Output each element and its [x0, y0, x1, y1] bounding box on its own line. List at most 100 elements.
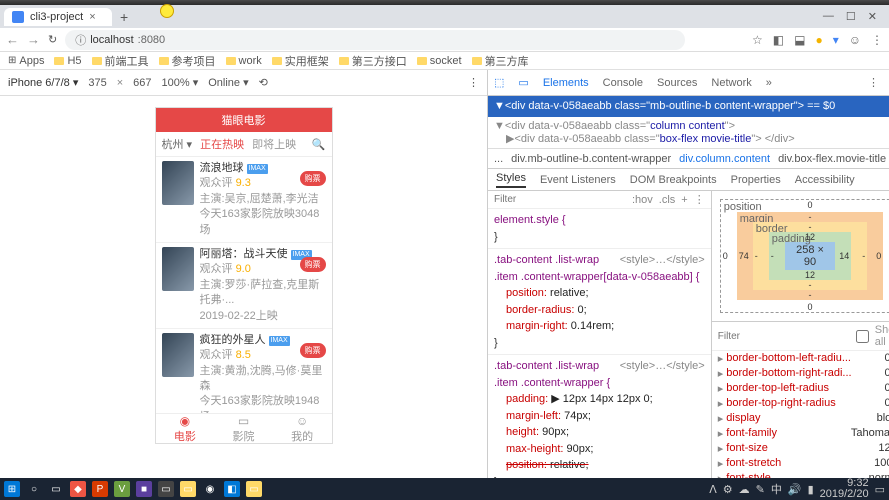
app-icon[interactable]: ◆ — [70, 481, 86, 497]
tab-network[interactable]: Network — [711, 77, 751, 89]
dom-tree[interactable]: ▼<div data-v-058aeabb class="column cont… — [488, 117, 889, 149]
bookmark-folder[interactable]: 第三方库 — [472, 53, 529, 69]
computed-row[interactable]: ▸font-stretch100% — [712, 456, 889, 471]
nav-cinemas[interactable]: ▭影院 — [232, 414, 254, 444]
tray-icon[interactable]: ☁ — [739, 483, 750, 496]
throttle-select[interactable]: Online ▾ — [208, 76, 248, 89]
styles-pane[interactable]: :hov .cls + ⋮ element.style {} <style>…<… — [488, 191, 711, 500]
chrome-icon[interactable]: ◉ — [202, 481, 218, 497]
buy-ticket-button[interactable]: 购票 — [300, 343, 326, 358]
computed-row[interactable]: ▸displayblock — [712, 411, 889, 426]
app-icon[interactable]: V — [114, 481, 130, 497]
close-tab-icon[interactable]: × — [89, 11, 95, 23]
computed-row[interactable]: ▸border-top-right-radius0px — [712, 396, 889, 411]
maximize-icon[interactable]: ☐ — [846, 10, 856, 23]
rotate-icon[interactable]: ⟲ — [259, 76, 268, 89]
device-mode-icon[interactable]: ▭ — [518, 76, 528, 89]
dom-selected-node[interactable]: ▼<div data-v-058aeabb class="mb-outline-… — [488, 96, 889, 117]
more-tabs-icon[interactable]: » — [766, 77, 772, 89]
new-rule-icon[interactable]: + — [681, 194, 687, 206]
hov-toggle[interactable]: :hov — [632, 194, 653, 206]
volume-icon[interactable]: 🔊 — [788, 483, 802, 496]
tab-elements[interactable]: Elements — [543, 77, 589, 89]
app-icon[interactable]: ■ — [136, 481, 152, 497]
ext3-icon[interactable]: ● — [815, 33, 822, 47]
cortana-icon[interactable]: ○ — [26, 481, 42, 497]
tray-icon[interactable]: ᐱ — [709, 483, 717, 496]
browser-tab[interactable]: cli3-project × — [4, 8, 112, 26]
cls-toggle[interactable]: .cls — [659, 194, 676, 206]
start-button[interactable]: ⊞ — [4, 481, 20, 497]
movie-item[interactable]: 流浪地球IMAX 观众评 9.3 主演:吴京,屈楚萧,李光洁今天163家影院放映… — [156, 157, 332, 243]
app-icon[interactable]: ▭ — [158, 481, 174, 497]
forward-icon[interactable]: → — [27, 32, 40, 47]
tab-dom-breakpoints[interactable]: DOM Breakpoints — [630, 174, 717, 186]
computed-row[interactable]: ▸border-bottom-right-radi...0px — [712, 366, 889, 381]
movie-item[interactable]: 阿丽塔：战斗天使IMAX 观众评 9.0 主演:罗莎·萨拉查,克里斯托弗·...… — [156, 243, 332, 329]
explorer-icon[interactable]: ▭ — [246, 481, 262, 497]
battery-icon[interactable]: ▮ — [808, 483, 814, 496]
ext2-icon[interactable]: ⬓ — [794, 33, 805, 47]
height-input[interactable]: 667 — [133, 77, 151, 89]
ext1-icon[interactable]: ◧ — [773, 33, 784, 47]
breadcrumb[interactable]: ... div.mb-outline-b.content-wrapper div… — [488, 149, 889, 169]
bookmark-folder[interactable]: 前端工具 — [92, 53, 149, 69]
app-icon[interactable]: P — [92, 481, 108, 497]
clock-date[interactable]: 2019/2/20 — [820, 489, 869, 500]
tab-console[interactable]: Console — [603, 77, 643, 89]
show-all-checkbox[interactable] — [856, 330, 869, 343]
width-input[interactable]: 375 — [88, 77, 106, 89]
inspect-icon[interactable]: ⬚ — [494, 76, 504, 89]
bookmark-folder[interactable]: 第三方接口 — [339, 53, 407, 69]
computed-row[interactable]: ▸font-familyTahoma,... — [712, 426, 889, 441]
bookmark-folder[interactable]: H5 — [54, 55, 81, 67]
menu-icon[interactable]: ⋮ — [871, 33, 883, 47]
star-icon[interactable]: ☆ — [752, 33, 763, 47]
vscode-icon[interactable]: ◧ — [224, 481, 240, 497]
nav-profile[interactable]: ☺我的 — [291, 414, 313, 444]
minimize-icon[interactable]: — — [823, 10, 834, 23]
bookmark-folder[interactable]: 实用框架 — [272, 53, 329, 69]
ime-icon[interactable]: ✎ — [756, 483, 765, 496]
city-select[interactable]: 杭州 ▾ — [162, 136, 193, 152]
explorer-icon[interactable]: ▭ — [180, 481, 196, 497]
bookmark-folder[interactable]: socket — [417, 55, 462, 67]
devtools-menu-icon[interactable]: ⋮ — [868, 76, 879, 89]
reload-icon[interactable]: ↻ — [48, 33, 57, 46]
styles-menu-icon[interactable]: ⋮ — [694, 193, 705, 206]
tab-coming-soon[interactable]: 即将上映 — [252, 136, 296, 152]
close-window-icon[interactable]: ✕ — [868, 10, 877, 23]
tray-icon[interactable]: ⚙ — [723, 483, 733, 496]
tab-now-showing[interactable]: 正在热映 — [200, 136, 244, 152]
favicon-icon — [12, 11, 24, 23]
taskview-icon[interactable]: ▭ — [48, 481, 64, 497]
search-icon[interactable]: 🔍 — [312, 138, 326, 151]
notification-icon[interactable]: ▭ — [875, 483, 885, 496]
styles-filter-input[interactable] — [494, 194, 626, 205]
tab-event-listeners[interactable]: Event Listeners — [540, 174, 616, 186]
box-model[interactable]: position 0000 margin -740- border ---- p… — [712, 191, 889, 321]
url-input[interactable]: ⓘ localhost:8080 — [65, 30, 685, 50]
zoom-select[interactable]: 100% ▾ — [162, 76, 199, 89]
bookmark-folder[interactable]: 参考项目 — [159, 53, 216, 69]
back-icon[interactable]: ← — [6, 32, 19, 47]
tab-styles[interactable]: Styles — [496, 172, 526, 188]
computed-row[interactable]: ▸border-bottom-left-radiu...0px — [712, 351, 889, 366]
new-tab-button[interactable]: + — [120, 9, 128, 25]
device-menu-icon[interactable]: ⋮ — [468, 76, 479, 89]
device-select[interactable]: iPhone 6/7/8 ▾ — [8, 76, 78, 89]
profile-icon[interactable]: ☺ — [849, 33, 861, 47]
ext4-icon[interactable]: ▾ — [833, 33, 839, 47]
tab-accessibility[interactable]: Accessibility — [795, 174, 855, 186]
nav-movies[interactable]: ◉电影 — [174, 414, 196, 444]
tab-sources[interactable]: Sources — [657, 77, 697, 89]
buy-ticket-button[interactable]: 购票 — [300, 171, 326, 186]
bookmark-folder[interactable]: work — [226, 55, 262, 67]
ime-icon[interactable]: 中 — [771, 481, 782, 497]
buy-ticket-button[interactable]: 购票 — [300, 257, 326, 272]
computed-row[interactable]: ▸font-size12px — [712, 441, 889, 456]
computed-row[interactable]: ▸border-top-left-radius0px — [712, 381, 889, 396]
computed-filter-input[interactable] — [718, 331, 850, 342]
tab-properties[interactable]: Properties — [731, 174, 781, 186]
apps-shortcut[interactable]: ⊞ Apps — [8, 55, 44, 67]
